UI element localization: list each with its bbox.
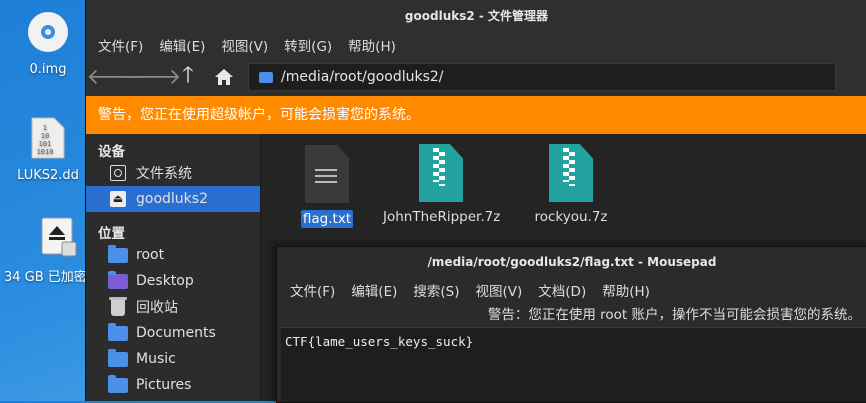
documents-folder-icon: [108, 322, 128, 342]
location-path: /media/root/goodluks2/: [281, 69, 444, 85]
mousepad-title: /media/root/goodluks2/flag.txt - Mousepa…: [427, 255, 717, 269]
menu-document[interactable]: 文档(D): [538, 280, 586, 300]
forward-button[interactable]: 🡒: [123, 62, 182, 92]
menu-edit[interactable]: 编辑(E): [159, 35, 205, 55]
desktop-icon-encrypted-drive[interactable]: 34 GB 已加密: [0, 214, 90, 285]
location-bar[interactable]: /media/root/goodluks2/: [248, 63, 836, 91]
sidebar-item-trash[interactable]: 回收站: [86, 294, 260, 320]
file-name: JohnTheRipper.7z: [383, 209, 501, 225]
home-icon: [215, 69, 233, 85]
mousepad-window: /media/root/goodluks2/flag.txt - Mousepa…: [276, 246, 866, 403]
archive-icon: [549, 144, 593, 202]
file-item-johntheripper[interactable]: JohnTheRipper.7z: [381, 144, 501, 226]
sidebar-item-documents[interactable]: Documents: [86, 320, 260, 346]
removable-drive-icon: [41, 217, 77, 257]
trash-icon: [108, 296, 128, 316]
file-item-rockyou[interactable]: rockyou.7z: [511, 144, 631, 226]
sidebar-item-filesystem[interactable]: 文件系统: [86, 160, 260, 186]
desktop-icon-luks[interactable]: 1 10 101 1010 LUKS2.dd: [6, 116, 90, 183]
sidebar-item-label: Desktop: [136, 273, 194, 289]
menu-help[interactable]: 帮助(H): [348, 35, 396, 55]
menu-edit[interactable]: 编辑(E): [351, 280, 397, 300]
sidebar-item-label: goodluks2: [136, 191, 208, 207]
toolbar: 🡐 🡒 🡑 /media/root/goodluks2/: [86, 58, 866, 96]
pictures-folder-icon: [108, 374, 128, 394]
desktop-icon-img[interactable]: 0.img: [6, 10, 90, 77]
svg-text:10: 10: [41, 132, 49, 140]
sidebar-item-label: Pictures: [136, 377, 192, 393]
up-button[interactable]: 🡑: [170, 62, 206, 92]
disc-image-icon: [28, 12, 68, 52]
text-editor[interactable]: CTF{lame_users_keys_suck}: [281, 327, 866, 402]
svg-text:1010: 1010: [37, 148, 54, 156]
text-file-icon: [304, 144, 350, 204]
music-folder-icon: [108, 348, 128, 368]
menu-file[interactable]: 文件(F): [290, 280, 335, 300]
sidebar-header-places: 位置: [98, 226, 125, 242]
svg-text:1: 1: [43, 124, 47, 132]
sidebar-item-label: Documents: [136, 325, 216, 341]
folder-icon: [259, 71, 273, 83]
window-title: goodluks2 - 文件管理器: [86, 0, 866, 32]
svg-text:101: 101: [39, 140, 52, 148]
sidebar: 设备 文件系统 ⏏ goodluks2 位置 root Desktop 回收站 …: [86, 134, 261, 401]
home-folder-icon: [108, 244, 128, 264]
menu-help[interactable]: 帮助(H): [602, 280, 650, 300]
editor-content: CTF{lame_users_keys_suck}: [285, 334, 474, 349]
root-warning-text: 警告：您正在使用 root 账户，操作不当可能会损害您的系统。: [487, 307, 861, 323]
archive-icon: [419, 144, 463, 202]
sidebar-item-label: Music: [136, 351, 176, 367]
menu-file[interactable]: 文件(F): [98, 35, 143, 55]
sidebar-item-root[interactable]: root: [86, 242, 260, 268]
binary-file-icon: 1 10 101 1010: [31, 117, 65, 159]
sidebar-item-pictures[interactable]: Pictures: [86, 372, 260, 398]
sidebar-item-label: 文件系统: [136, 166, 192, 182]
root-warning-banner: 警告，您正在使用超级帐户，可能会损害您的系统。: [86, 96, 866, 134]
sidebar-item-label: root: [136, 247, 165, 263]
menu-bar: 文件(F) 编辑(E) 视图(V) 转到(G) 帮助(H): [86, 32, 866, 58]
harddisk-icon: [108, 164, 128, 182]
menu-search[interactable]: 搜索(S): [413, 280, 459, 300]
sidebar-item-music[interactable]: Music: [86, 346, 260, 372]
menu-go[interactable]: 转到(G): [284, 35, 332, 55]
sidebar-item-desktop[interactable]: Desktop: [86, 268, 260, 294]
desktop-icon-label: 0.img: [29, 62, 67, 77]
arrow-up-icon: 🡑: [182, 63, 194, 88]
home-button[interactable]: [206, 62, 242, 92]
menu-view[interactable]: 视图(V): [476, 280, 523, 300]
sidebar-item-goodluks2[interactable]: ⏏ goodluks2: [86, 186, 260, 212]
file-item-flag[interactable]: flag.txt: [267, 144, 387, 228]
eject-icon: ⏏: [108, 190, 128, 208]
file-name: rockyou.7z: [534, 209, 608, 225]
mousepad-menu-bar: 文件(F) 编辑(E) 搜索(S) 视图(V) 文档(D) 帮助(H): [277, 277, 866, 303]
sidebar-item-label: 回收站: [136, 300, 178, 316]
desktop-icon-label: LUKS2.dd: [17, 168, 79, 183]
menu-view[interactable]: 视图(V): [221, 35, 268, 55]
sidebar-header-devices: 设备: [98, 144, 125, 160]
desktop-folder-icon: [108, 270, 128, 290]
file-name: flag.txt: [300, 210, 354, 228]
desktop-icon-label: 34 GB 已加密: [4, 270, 87, 285]
